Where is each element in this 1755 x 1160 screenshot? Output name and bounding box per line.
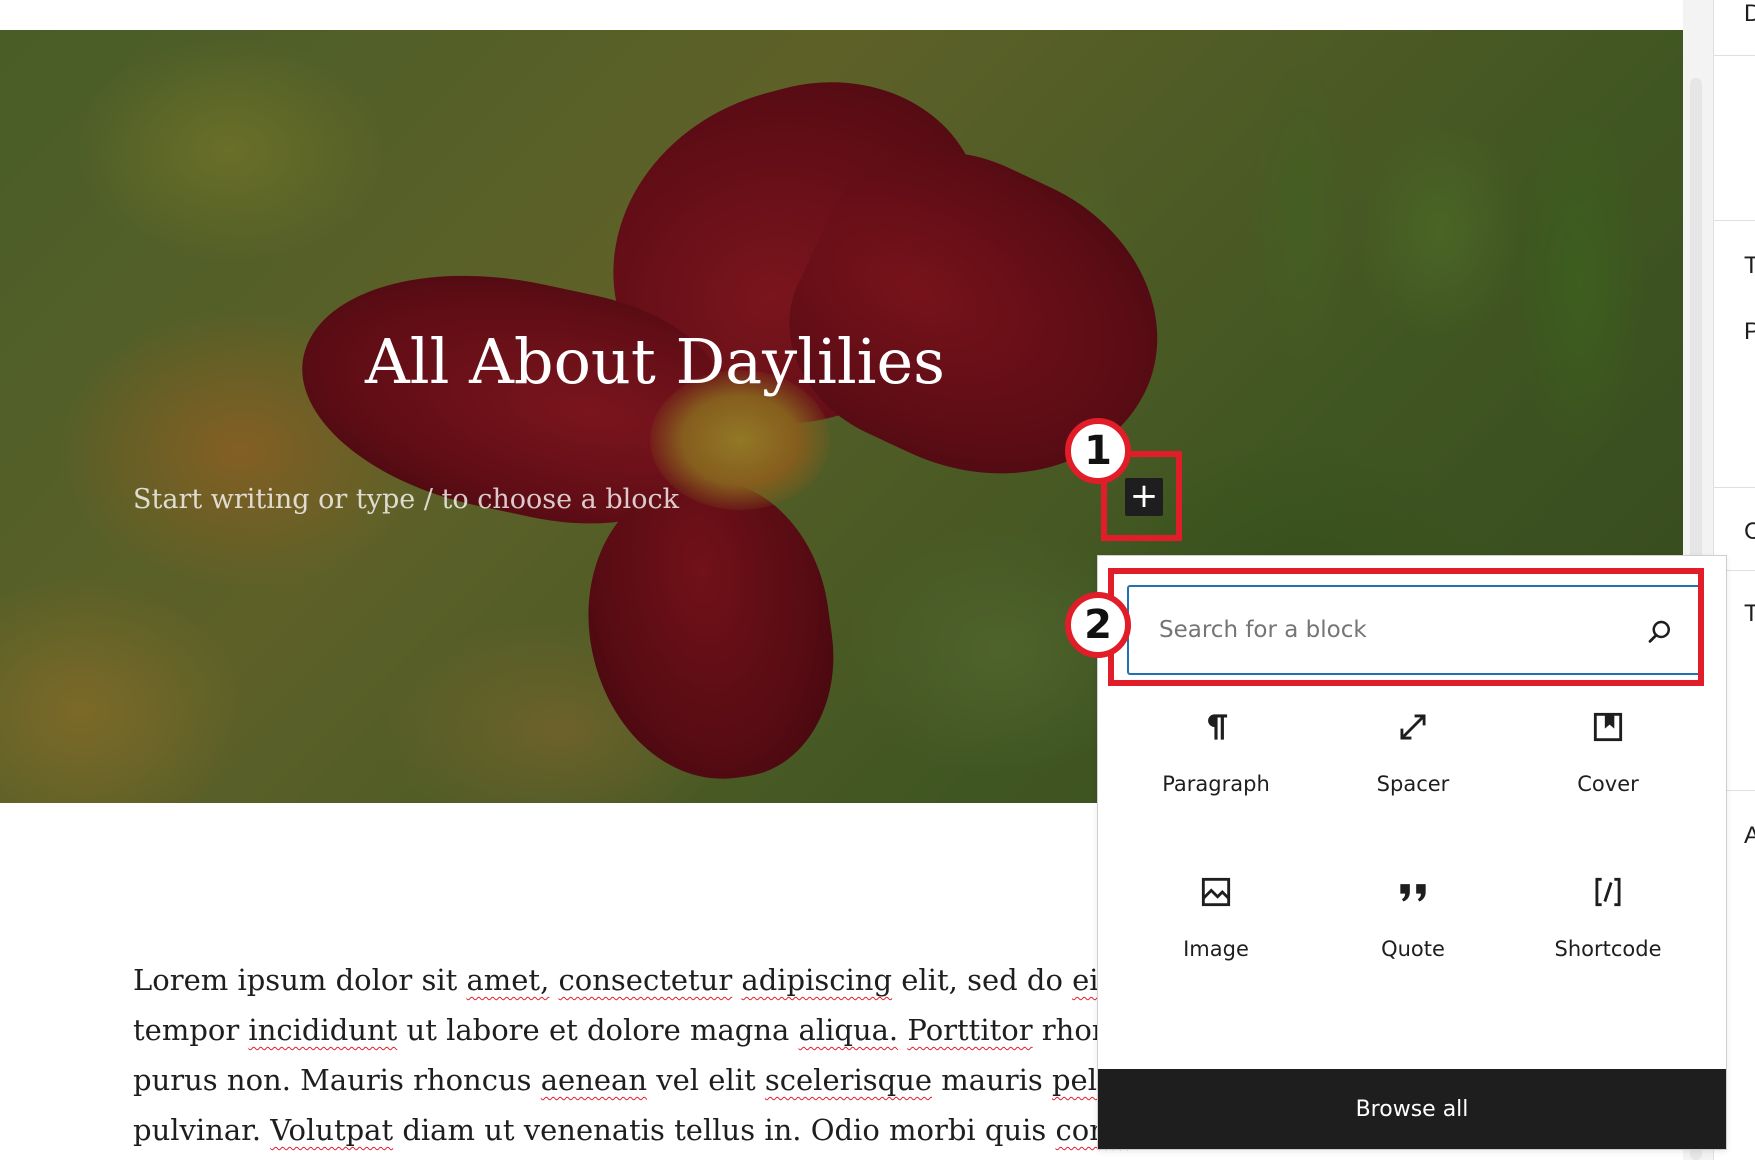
shortcode-icon: [1595, 877, 1621, 907]
block-label: Paragraph: [1162, 772, 1270, 796]
body-line: Lorem ipsum dolor sit amet, consectetur …: [133, 955, 1133, 1005]
sidebar-text-fragment: C: [1744, 518, 1755, 545]
block-option-quote[interactable]: Quote: [1315, 873, 1511, 1023]
sidebar-divider: [1714, 220, 1755, 221]
callout-highlight-2: [1108, 568, 1704, 686]
misspelled-word: Porttitor: [907, 1013, 1033, 1047]
cover-title[interactable]: All About Daylilies: [0, 325, 1310, 398]
block-label: Spacer: [1376, 772, 1450, 796]
browse-all-button[interactable]: Browse all: [1098, 1069, 1726, 1149]
misspelled-word: adipiscing: [741, 963, 893, 997]
callout-badge-1: 1: [1065, 418, 1131, 484]
block-option-cover[interactable]: Cover: [1510, 708, 1706, 858]
block-option-paragraph[interactable]: Paragraph: [1118, 708, 1314, 858]
block-option-image[interactable]: Image: [1118, 873, 1314, 1023]
spacer-icon: [1400, 714, 1426, 740]
block-label: Image: [1183, 937, 1249, 961]
quote-icon: [1400, 884, 1426, 902]
body-line: pulvinar. Volutpat diam ut venenatis tel…: [133, 1105, 1133, 1155]
misspelled-word: incididunt: [248, 1013, 398, 1047]
sidebar-text-fragment: T: [1744, 252, 1755, 279]
block-option-shortcode[interactable]: Shortcode: [1510, 873, 1706, 1023]
cover-icon: [1593, 712, 1623, 742]
misspelled-word: amet,: [466, 963, 550, 997]
sidebar-divider: [1714, 55, 1755, 56]
block-label: Cover: [1577, 772, 1639, 796]
block-label: Quote: [1381, 937, 1445, 961]
sidebar-text-fragment: A: [1744, 822, 1755, 849]
sidebar-text-fragment: D: [1744, 0, 1755, 27]
misspelled-word: scelerisque: [764, 1063, 933, 1097]
paragraph-icon: [1208, 714, 1228, 740]
misspelled-word: aenean: [540, 1063, 648, 1097]
sidebar-text-fragment: T: [1744, 600, 1755, 627]
cover-paragraph-placeholder[interactable]: Start writing or type / to choose a bloc…: [133, 484, 679, 515]
block-option-spacer[interactable]: Spacer: [1315, 708, 1511, 858]
sidebar-text-fragment: P: [1744, 318, 1755, 345]
image-icon: [1201, 877, 1231, 907]
body-paragraph[interactable]: Lorem ipsum dolor sit amet, consectetur …: [133, 955, 1133, 1155]
sidebar-divider: [1714, 487, 1755, 488]
misspelled-word: aliqua.: [798, 1013, 899, 1047]
block-label: Shortcode: [1554, 937, 1662, 961]
misspelled-word: Volutpat: [270, 1113, 394, 1147]
misspelled-word: consectetur: [558, 963, 733, 997]
body-line: tempor incididunt ut labore et dolore ma…: [133, 1013, 1133, 1047]
callout-badge-2: 2: [1065, 592, 1131, 658]
body-line: purus non. Mauris rhoncus aenean vel eli…: [133, 1055, 1133, 1105]
